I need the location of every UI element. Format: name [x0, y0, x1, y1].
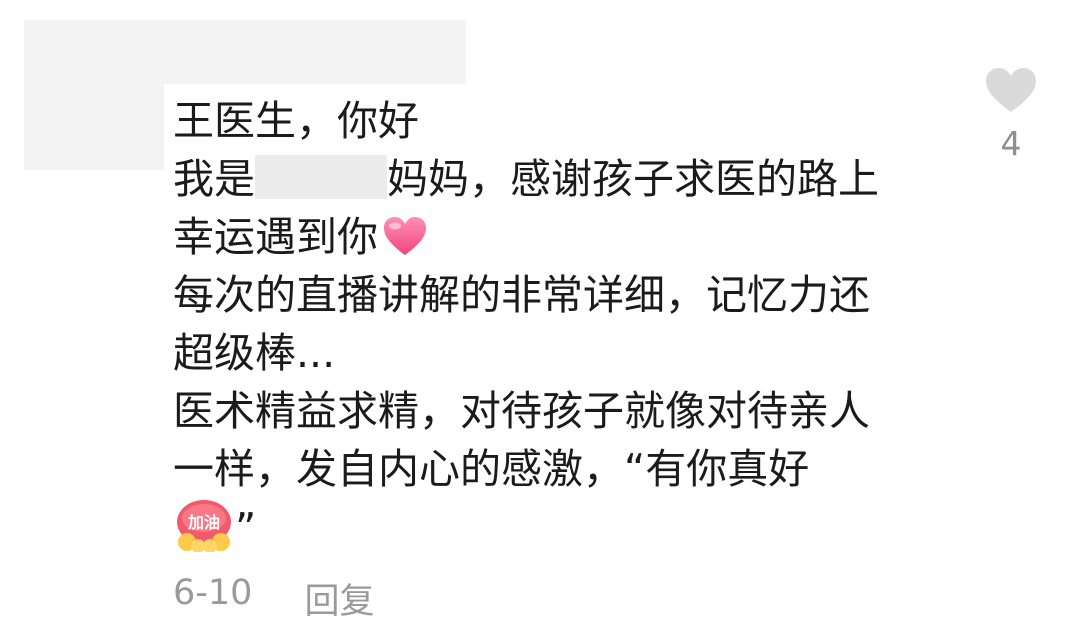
comment-line-4: 每次的直播讲解的非常详细，记忆力还	[173, 271, 870, 319]
comment-line-6: 医术精益求精，对待孩子就像对待亲人	[173, 387, 870, 435]
comment-meta: 6-10 回复	[173, 573, 374, 624]
comment-line-7: 一样，发自内心的感激，“有你真好	[173, 445, 810, 493]
comment-text-segment: ”	[235, 504, 257, 552]
comment-line-2: 我是 妈妈，感谢孩子求医的路上	[173, 150, 933, 208]
child-name-redacted	[255, 155, 387, 199]
comment-line-3: 幸运遇到你	[173, 208, 933, 266]
username-redacted[interactable]	[160, 20, 466, 84]
jiayou-sticker-text: 加油	[187, 513, 220, 532]
comment-line-5: 超级棒...	[173, 329, 336, 377]
comment-text-segment: 我是	[173, 155, 255, 203]
comment-date: 6-10	[173, 573, 253, 613]
comment-text-segment: 妈妈，感谢孩子求医的路上	[387, 155, 879, 203]
comment-text-segment: 幸运遇到你	[173, 213, 378, 261]
comment-body: 王医生，你好 我是 妈妈，感谢孩子求医的路上 幸运遇到你 每次的直播讲解的非常详…	[173, 92, 933, 556]
comment-line-1: 王医生，你好	[173, 97, 419, 145]
jiayou-sticker-icon: 加油	[173, 498, 235, 567]
pink-heart-icon	[382, 214, 428, 272]
comment-item: 王医生，你好 我是 妈妈，感谢孩子求医的路上 幸运遇到你 每次的直播讲解的非常详…	[0, 0, 1080, 641]
comment-line-8: 加油 ”	[173, 498, 933, 556]
reply-button[interactable]: 回复	[304, 573, 374, 624]
heart-outline-icon[interactable]	[984, 68, 1038, 118]
like-count: 4	[1000, 124, 1022, 163]
avatar-redacted[interactable]	[24, 20, 164, 170]
like-button[interactable]: 4	[984, 66, 1038, 163]
